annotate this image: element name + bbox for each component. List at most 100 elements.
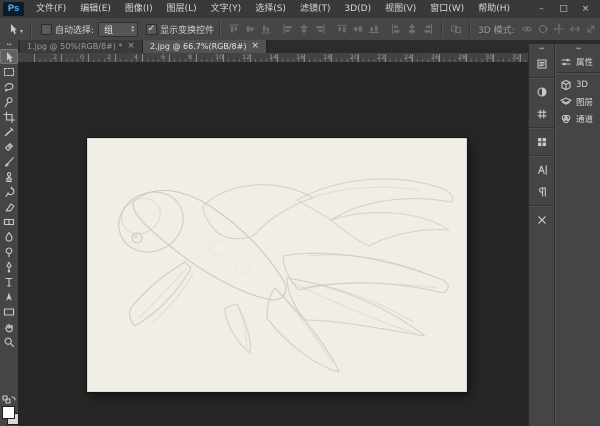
- minimize-button[interactable]: –: [535, 0, 548, 18]
- panel-icon-items: [529, 53, 554, 231]
- rectangular-marquee-tool[interactable]: [0, 64, 18, 79]
- distribute-top-edges-button[interactable]: [334, 22, 350, 37]
- channels-panel-button[interactable]: 通道: [556, 110, 600, 127]
- align-vertical-centers-button[interactable]: [242, 22, 258, 37]
- menu-filter[interactable]: 滤镜(T): [293, 0, 338, 18]
- layers-panel-button[interactable]: 图层: [556, 93, 600, 110]
- menu-select[interactable]: 选择(S): [248, 0, 293, 18]
- adj-icon: [535, 85, 549, 99]
- gradient-tool[interactable]: [0, 214, 18, 229]
- menu-layer[interactable]: 图层(L): [160, 0, 204, 18]
- properties-panel-button[interactable]: 属性: [556, 53, 600, 70]
- roll-3d-camera-button[interactable]: [535, 22, 551, 37]
- paragraph-panel-button[interactable]: [529, 181, 554, 203]
- menu-file[interactable]: 文件(F): [29, 0, 73, 18]
- distribute-left-edges-button[interactable]: [388, 22, 404, 37]
- document-image-goldfish[interactable]: [87, 138, 467, 392]
- clone-stamp-tool[interactable]: [0, 169, 18, 184]
- distribute-right-edges-button[interactable]: [420, 22, 436, 37]
- panel-strip-collapse-toggle[interactable]: ↔: [556, 44, 600, 53]
- auto-select-target-value: 组: [99, 23, 131, 36]
- ruler-number: 14: [269, 53, 277, 61]
- eyedropper-tool[interactable]: [0, 124, 18, 139]
- history-panel-button[interactable]: [529, 53, 554, 75]
- tab-close-icon[interactable]: ×: [251, 40, 259, 53]
- divider: [30, 21, 32, 37]
- 3d-mode-buttons-group: [519, 22, 599, 37]
- history-brush-tool[interactable]: [0, 184, 18, 199]
- align-horizontal-centers-button[interactable]: [296, 22, 312, 37]
- blur-tool[interactable]: [0, 229, 18, 244]
- align-bottom-edges-button[interactable]: [258, 22, 274, 37]
- character-panel-button[interactable]: [529, 159, 554, 181]
- pan-3d-camera-button[interactable]: [551, 22, 567, 37]
- panel-label-strip: ↔ 属性 3D图层通道: [555, 44, 600, 426]
- tab-title: 1.jpg @ 50%(RGB/8#) *: [27, 42, 122, 51]
- show-transform-controls-checkbox[interactable]: ✓: [146, 24, 157, 35]
- tab-close-icon[interactable]: ×: [127, 40, 135, 53]
- tab-1jpg[interactable]: 1.jpg @ 50%(RGB/8#) * ×: [20, 40, 143, 53]
- lasso-tool[interactable]: [0, 79, 18, 94]
- default-colors-icon[interactable]: [2, 395, 16, 404]
- move-tool[interactable]: [0, 49, 18, 64]
- menu-edit[interactable]: 编辑(E): [73, 0, 118, 18]
- auto-align-slot: [448, 22, 464, 37]
- swatches-panel-button[interactable]: [529, 131, 554, 153]
- zoom-tool[interactable]: [0, 334, 18, 349]
- hand-tool[interactable]: [0, 319, 18, 334]
- type-tool[interactable]: [0, 274, 18, 289]
- menu-window[interactable]: 窗口(W): [423, 0, 471, 18]
- align-top-edges-button[interactable]: [226, 22, 242, 37]
- tools-panel-toggle[interactable]: ↔: [0, 40, 18, 49]
- panel-group-divider: [529, 127, 554, 129]
- auto-select-target-dropdown[interactable]: 组 ▴▾: [98, 22, 138, 37]
- eraser-tool[interactable]: [0, 199, 18, 214]
- maximize-button[interactable]: □: [557, 0, 570, 18]
- 3d-panel-button[interactable]: 3D: [556, 76, 600, 93]
- dropdown-spinner-icon[interactable]: ▴▾: [132, 25, 138, 33]
- divider: [219, 21, 221, 37]
- path-selection-tool[interactable]: [0, 289, 18, 304]
- dodge-tool[interactable]: [0, 244, 18, 259]
- align-left-edges-button[interactable]: [280, 22, 296, 37]
- panel-strip-collapse-toggle[interactable]: ↔: [529, 44, 554, 53]
- adjustments-panel-button[interactable]: [529, 81, 554, 103]
- goldfish-illustration: [87, 138, 467, 392]
- tab-2jpg[interactable]: 2.jpg @ 66.7%(RGB/8#) ×: [143, 40, 267, 53]
- ruler-number: 32: [512, 53, 520, 61]
- menu-help[interactable]: 帮助(H): [471, 0, 517, 18]
- tool-preset-caret-icon[interactable]: ▾: [20, 28, 23, 35]
- ruler-number: 16: [296, 53, 304, 61]
- brush-tool[interactable]: [0, 154, 18, 169]
- tool-presets-panel-button[interactable]: [529, 209, 554, 231]
- panel-group-divider: [529, 155, 554, 157]
- crop-tool[interactable]: [0, 109, 18, 124]
- auto-select-label: 自动选择:: [55, 23, 94, 36]
- close-button[interactable]: ×: [579, 0, 592, 18]
- quick-selection-tool[interactable]: [0, 94, 18, 109]
- menu-view[interactable]: 视图(V): [378, 0, 423, 18]
- info-panel-button[interactable]: [529, 103, 554, 125]
- distribute-horizontal-centers-button[interactable]: [404, 22, 420, 37]
- distribute-vertical-centers-button[interactable]: [350, 22, 366, 37]
- spot-healing-brush-tool[interactable]: [0, 139, 18, 154]
- ruler-number: 2: [107, 53, 111, 61]
- auto-align-layers-button[interactable]: [448, 22, 464, 37]
- zoom-3d-camera-button[interactable]: [583, 22, 599, 37]
- panel-group-divider: [529, 205, 554, 207]
- panel-group-divider: [556, 72, 600, 74]
- pen-tool[interactable]: [0, 259, 18, 274]
- rectangle-tool[interactable]: [0, 304, 18, 319]
- rotate-3d-camera-button[interactable]: [519, 22, 535, 37]
- auto-select-checkbox[interactable]: [41, 24, 52, 35]
- menu-3d[interactable]: 3D(D): [337, 0, 378, 18]
- distribute-bottom-edges-button[interactable]: [366, 22, 382, 37]
- menu-image[interactable]: 图像(I): [118, 0, 160, 18]
- move-tool-icon[interactable]: [6, 22, 20, 36]
- slide-3d-camera-button[interactable]: [567, 22, 583, 37]
- menu-type[interactable]: 文字(Y): [204, 0, 249, 18]
- show-transform-controls-label: 显示变换控件: [160, 23, 214, 36]
- foreground-color-swatch[interactable]: [2, 406, 15, 419]
- ruler-number: 8: [188, 53, 192, 61]
- align-right-edges-button[interactable]: [312, 22, 328, 37]
